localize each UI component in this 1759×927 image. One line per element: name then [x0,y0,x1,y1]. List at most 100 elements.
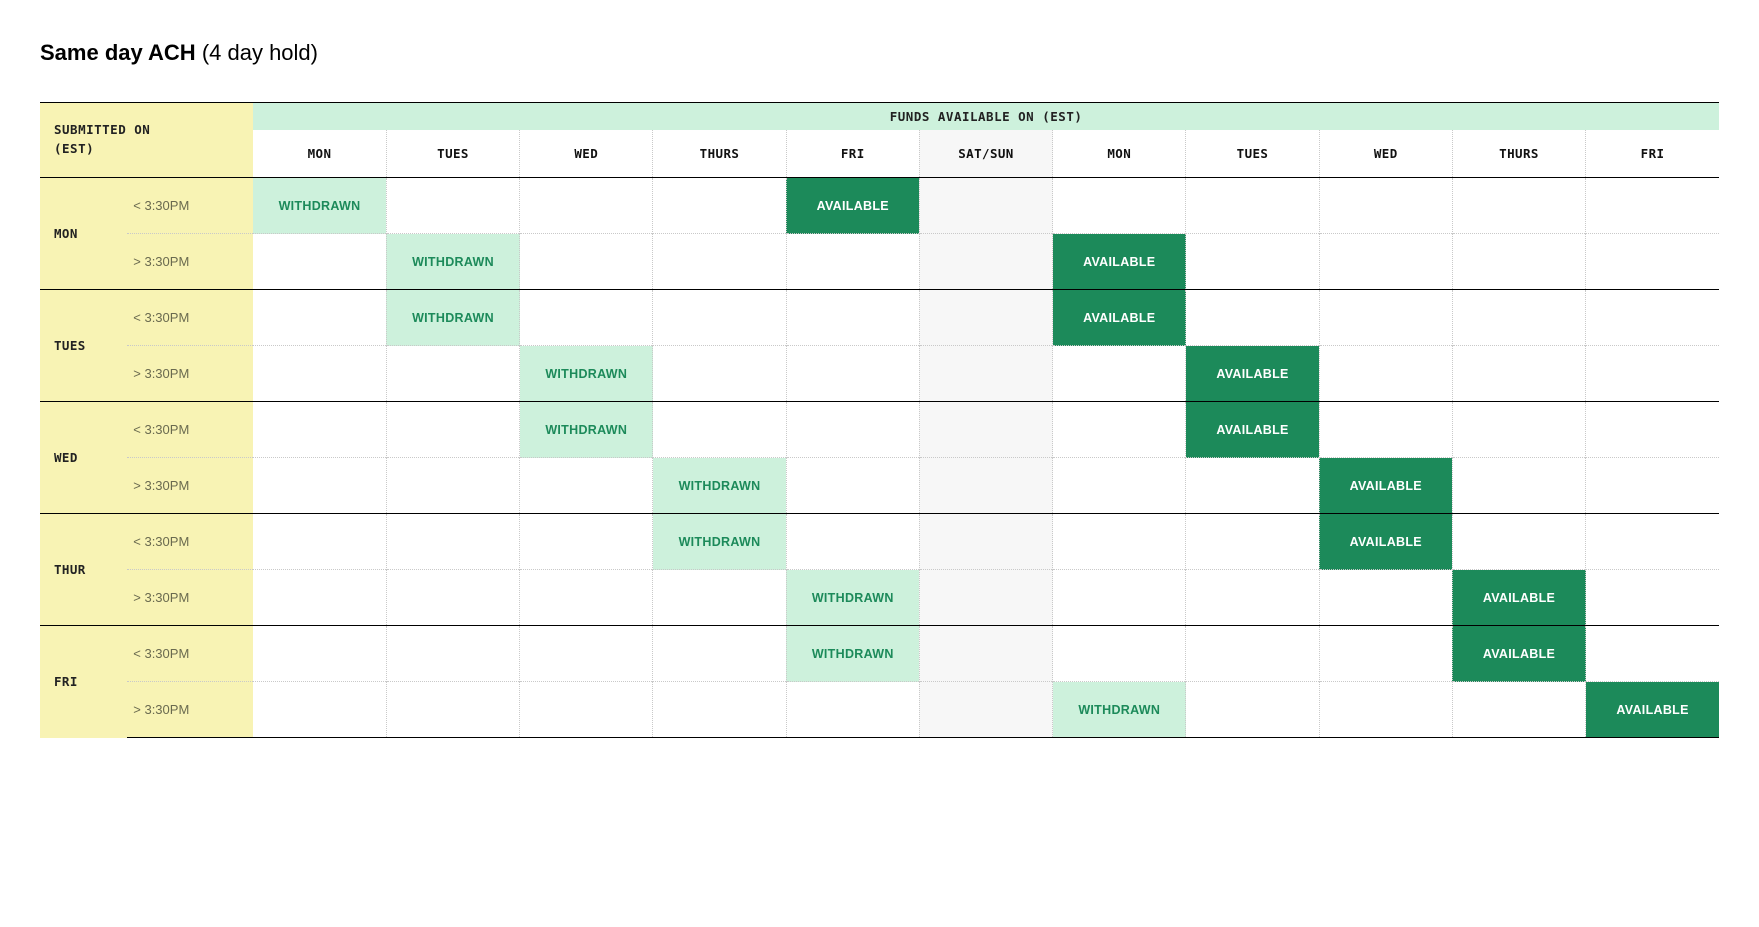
table-cell [386,178,519,234]
table-cell [1452,682,1585,738]
table-cell: AVAILABLE [1186,346,1319,402]
table-cell [786,682,919,738]
table-cell [1319,290,1452,346]
table-cell [1319,234,1452,290]
row-day-header: MON [40,178,127,290]
row-day-header: WED [40,402,127,514]
dow-header: FRI [1586,130,1719,178]
table-cell: AVAILABLE [1053,234,1186,290]
row-time-header: > 3:30PM [127,458,253,514]
table-cell [520,570,653,626]
table-row: MON< 3:30PMWITHDRAWNAVAILABLE [40,178,1719,234]
table-cell: WITHDRAWN [786,570,919,626]
row-time-header: < 3:30PM [127,514,253,570]
table-cell [919,234,1052,290]
table-cell [1586,514,1719,570]
table-cell: WITHDRAWN [386,234,519,290]
table-cell [1586,346,1719,402]
table-cell [1186,570,1319,626]
table-cell [919,178,1052,234]
table-cell [386,682,519,738]
table-row: > 3:30PM WITHDRAWN AVAILABLE [40,234,1719,290]
table-cell [786,346,919,402]
table-row: THUR< 3:30PMWITHDRAWNAVAILABLE [40,514,1719,570]
table-cell: WITHDRAWN [653,514,786,570]
table-cell [1186,458,1319,514]
submitted-on-header: SUBMITTED ON (EST) [40,103,253,178]
table-cell [653,626,786,682]
table-cell [1319,346,1452,402]
table-cell [253,570,386,626]
dow-header: WED [520,130,653,178]
table-cell [919,682,1052,738]
table-cell [653,570,786,626]
table-cell [253,346,386,402]
dow-header: MON [1053,130,1186,178]
table-cell: AVAILABLE [786,178,919,234]
table-cell [253,682,386,738]
table-cell [1319,626,1452,682]
table-cell: AVAILABLE [1586,682,1719,738]
row-day-header: THUR [40,514,127,626]
table-cell [653,234,786,290]
table-cell [520,626,653,682]
table-cell: AVAILABLE [1053,290,1186,346]
dow-header-row: MON TUES WED THURS FRI SAT/SUN MON TUES … [40,130,1719,178]
table-cell [1586,626,1719,682]
table-cell [653,682,786,738]
table-cell [919,402,1052,458]
table-cell [253,626,386,682]
table-cell [386,514,519,570]
table-cell [520,178,653,234]
table-cell [1452,290,1585,346]
table-cell: WITHDRAWN [520,402,653,458]
dow-header: THURS [653,130,786,178]
table-cell [1586,570,1719,626]
table-header: SUBMITTED ON (EST) FUNDS AVAILABLE ON (E… [40,103,1719,178]
table-cell [1186,234,1319,290]
table-cell [1452,514,1585,570]
table-cell [520,234,653,290]
dow-header: FRI [786,130,919,178]
table-cell: WITHDRAWN [653,458,786,514]
ach-hold-table: SUBMITTED ON (EST) FUNDS AVAILABLE ON (E… [40,102,1719,738]
table-row: > 3:30PM WITHDRAWN AVAILABLE [40,458,1719,514]
row-day-header: TUES [40,290,127,402]
table-cell [653,290,786,346]
table-cell [1452,178,1585,234]
row-time-header: > 3:30PM [127,682,253,738]
table-cell [1053,514,1186,570]
table-cell [786,290,919,346]
table-cell [253,514,386,570]
row-time-header: > 3:30PM [127,234,253,290]
table-cell [1452,346,1585,402]
dow-header: TUES [386,130,519,178]
table-cell: WITHDRAWN [253,178,386,234]
title-light: (4 day hold) [202,40,318,65]
table-cell [919,570,1052,626]
table-cell: WITHDRAWN [520,346,653,402]
table-cell [786,458,919,514]
table-cell [1186,290,1319,346]
table-cell [386,458,519,514]
table-row: TUES< 3:30PMWITHDRAWNAVAILABLE [40,290,1719,346]
table-body: MON< 3:30PMWITHDRAWNAVAILABLE> 3:30PMWIT… [40,178,1719,738]
dow-header: SAT/SUN [919,130,1052,178]
row-time-header: < 3:30PM [127,626,253,682]
table-cell [1452,234,1585,290]
funds-available-header: FUNDS AVAILABLE ON (EST) [253,103,1719,131]
row-time-header: < 3:30PM [127,402,253,458]
table-cell: AVAILABLE [1319,458,1452,514]
table-cell [1053,346,1186,402]
table-cell: AVAILABLE [1319,514,1452,570]
table-cell [253,458,386,514]
table-cell [653,402,786,458]
table-cell [1053,458,1186,514]
table-cell [1319,570,1452,626]
table-cell [786,514,919,570]
table-cell [919,458,1052,514]
dow-header: TUES [1186,130,1319,178]
table-cell [653,346,786,402]
table-cell [1053,178,1186,234]
table-cell [520,514,653,570]
